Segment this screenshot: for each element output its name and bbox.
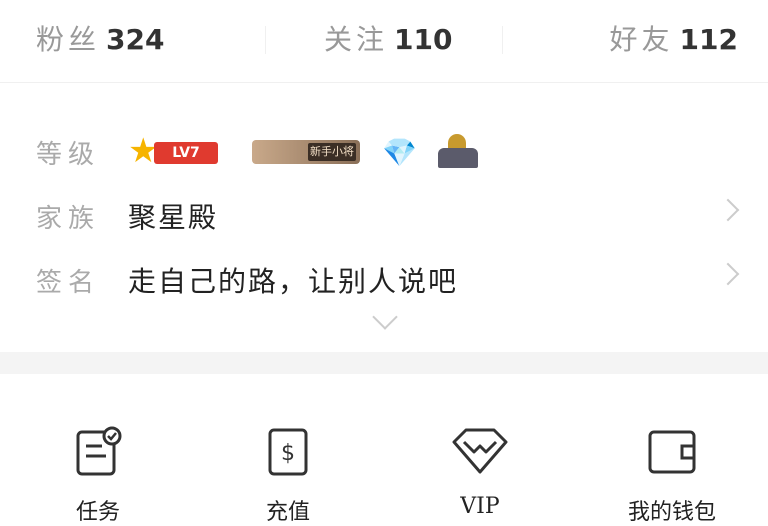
svg-text:$: $ [281, 441, 295, 466]
stat-friends-count: 112 [679, 23, 738, 56]
stats-bar: 粉丝 324 关注 110 好友 112 [0, 0, 768, 83]
level-label: 等级 [36, 140, 101, 170]
stat-following-label: 关注 [324, 23, 389, 56]
grid-item-label: 任务 [75, 500, 120, 525]
grid-item-vip[interactable]: VIP [420, 424, 540, 519]
grid-item-recharge[interactable]: $ 充值 [228, 424, 348, 525]
stat-friends[interactable]: 好友 112 [610, 18, 738, 62]
signature-label: 签名 [36, 268, 101, 298]
section-divider [0, 352, 768, 374]
family-label: 家族 [36, 204, 101, 234]
grid-item-wallet[interactable]: 我的钱包 [612, 424, 732, 525]
vip-diamond-icon [452, 428, 508, 474]
signature-value: 走自己的路，让别人说吧 [128, 265, 459, 298]
stat-following-count: 110 [394, 23, 453, 56]
chevron-right-icon [716, 262, 740, 286]
wallet-icon [648, 430, 696, 474]
stat-fans[interactable]: 粉丝 324 [36, 18, 164, 62]
grid-item-label: 充值 [265, 500, 310, 525]
signature-row[interactable]: 签名 走自己的路，让别人说吧 [0, 252, 768, 308]
stat-following[interactable]: 关注 110 [324, 18, 452, 62]
grid-item-label: 我的钱包 [627, 500, 716, 525]
feature-grid: 任务 $ 充值 VIP 我的钱包 [0, 374, 768, 525]
fan-badge-icon[interactable] [434, 132, 482, 172]
diamond-icon[interactable]: 💎 [382, 136, 417, 169]
task-icon [76, 426, 122, 476]
divider [265, 26, 266, 54]
stat-fans-label: 粉丝 [36, 23, 101, 56]
stat-friends-label: 好友 [609, 23, 674, 56]
rank-badge-text: 新手小将 [308, 143, 356, 161]
level-badge[interactable]: ★ LV7 [128, 134, 220, 170]
grid-item-label: VIP [460, 494, 500, 519]
divider [502, 26, 503, 54]
family-row[interactable]: 家族 聚星殿 [0, 188, 768, 244]
rank-badge[interactable]: 新手小将 [252, 140, 360, 164]
family-value: 聚星殿 [128, 201, 219, 234]
chevron-down-icon[interactable] [372, 304, 398, 330]
level-badge-text: LV7 [154, 142, 218, 164]
grid-item-task[interactable]: 任务 [38, 424, 158, 525]
stat-fans-count: 324 [106, 23, 165, 56]
recharge-icon: $ [268, 428, 308, 476]
chevron-right-icon [716, 198, 740, 222]
level-row: 等级 ★ LV7 新手小将 💎 [0, 124, 768, 180]
